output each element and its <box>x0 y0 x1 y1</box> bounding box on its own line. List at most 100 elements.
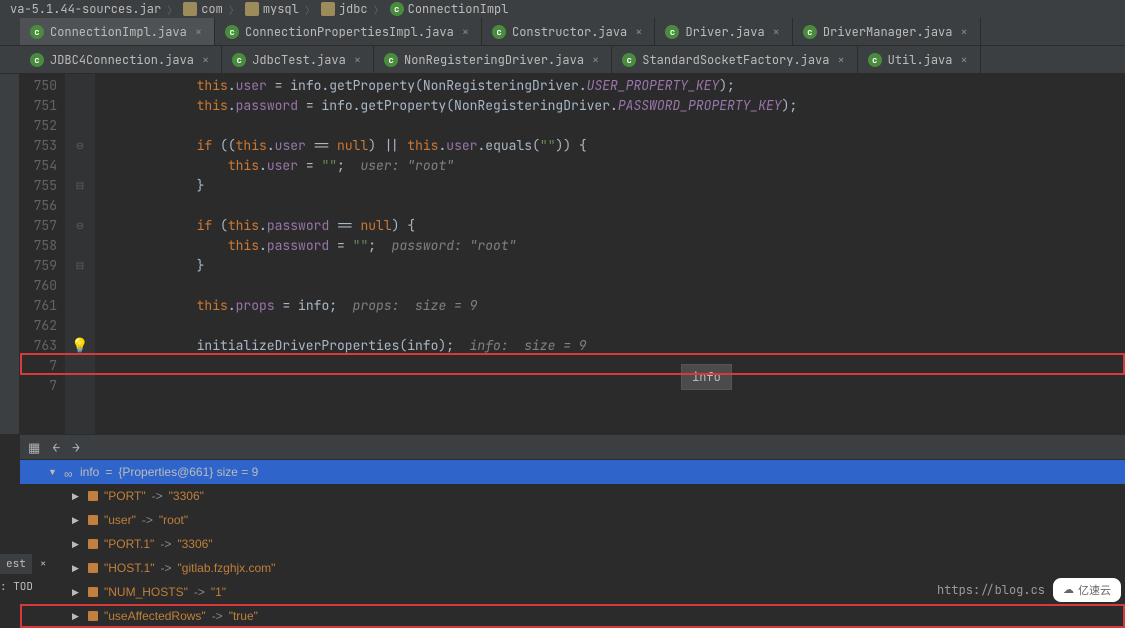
expand-icon[interactable]: ▶ <box>72 563 82 574</box>
line-number[interactable]: 753 <box>20 136 57 156</box>
code-line[interactable]: } <box>103 176 1125 196</box>
debug-variable-root[interactable]: ▼ ∞ info = {Properties@661} size = 9 <box>20 460 1125 484</box>
tool-tab[interactable]: est <box>0 554 32 574</box>
editor-tab[interactable]: ConnectionPropertiesImpl.java × <box>215 18 482 45</box>
tab-label: ConnectionPropertiesImpl.java <box>245 24 454 40</box>
breadcrumb-label: ConnectionImpl <box>408 1 509 17</box>
gutter-cell <box>65 236 95 256</box>
close-icon[interactable]: × <box>771 24 782 40</box>
close-icon[interactable]: × <box>38 557 49 571</box>
breadcrumb-item[interactable]: ConnectionImpl <box>384 1 515 17</box>
close-icon[interactable]: × <box>590 52 601 68</box>
expand-icon[interactable]: ▶ <box>72 587 82 598</box>
line-number[interactable]: 761 <box>20 296 57 316</box>
close-icon[interactable]: × <box>958 52 969 68</box>
line-number[interactable]: 762 <box>20 316 57 336</box>
collapse-icon[interactable]: ▼ <box>48 467 58 477</box>
entry-key: "NUM_HOSTS" <box>104 585 188 599</box>
debug-variable-entry[interactable]: ▶"PORT.1" -> "3306" <box>20 532 1125 556</box>
close-icon[interactable]: × <box>352 52 363 68</box>
debug-variable-entry[interactable]: ▶"user" -> "root" <box>20 508 1125 532</box>
entry-value: "true" <box>229 609 258 623</box>
code-line[interactable]: this.user = ""; user: "root" <box>103 156 1125 176</box>
breadcrumb-item[interactable]: jdbc <box>315 1 374 17</box>
editor-tab[interactable]: Driver.java× <box>655 18 792 45</box>
forward-icon[interactable]: → <box>72 439 80 456</box>
expand-icon[interactable]: ▶ <box>72 491 82 502</box>
line-number[interactable]: 763 <box>20 336 57 356</box>
line-number[interactable]: 7 <box>20 356 57 376</box>
code-line[interactable]: initializeDriverProperties(info); info: … <box>103 336 1125 356</box>
code-line[interactable]: if ((this.user == null) || this.user.equ… <box>103 136 1125 156</box>
watches-icon[interactable]: ▦ <box>28 439 40 456</box>
code-content[interactable]: info this.user = info.getProperty(NonReg… <box>95 74 1125 434</box>
todo-tab[interactable]: : TOD <box>0 580 33 594</box>
code-line[interactable]: this.props = info; props: size = 9 <box>103 296 1125 316</box>
code-line[interactable]: this.user = info.getProperty(NonRegister… <box>103 76 1125 96</box>
gutter-cell <box>65 316 95 336</box>
code-line[interactable] <box>103 356 1125 376</box>
line-number[interactable]: 757 <box>20 216 57 236</box>
watermark-url: https://blog.cs <box>937 582 1045 598</box>
breadcrumb-item[interactable]: va-5.1.44-sources.jar <box>4 1 167 17</box>
line-number[interactable]: 758 <box>20 236 57 256</box>
line-number[interactable]: 760 <box>20 276 57 296</box>
close-icon[interactable]: × <box>958 24 969 40</box>
expand-icon[interactable]: ▶ <box>72 515 82 526</box>
breadcrumb-item[interactable]: mysql <box>239 1 305 17</box>
code-line[interactable] <box>103 276 1125 296</box>
line-number[interactable]: 750 <box>20 76 57 96</box>
line-number[interactable]: 751 <box>20 96 57 116</box>
code-line[interactable]: if (this.password == null) { <box>103 216 1125 236</box>
editor-tabs-row2: JDBC4Connection.java×JdbcTest.java×NonRe… <box>0 46 1125 74</box>
watch-icon: ∞ <box>64 467 74 477</box>
back-icon[interactable]: ← <box>52 439 60 456</box>
code-line[interactable] <box>103 376 1125 396</box>
editor-tab[interactable]: DriverManager.java× <box>793 18 981 45</box>
chevron-right-icon: 〉 <box>167 2 177 17</box>
code-line[interactable] <box>103 196 1125 216</box>
class-icon <box>665 25 679 39</box>
editor-tab[interactable]: NonRegisteringDriver.java× <box>374 46 612 73</box>
code-editor[interactable]: 7507517527537547557567577587597607617627… <box>20 74 1125 434</box>
editor-tab[interactable]: Constructor.java× <box>482 18 655 45</box>
line-number[interactable]: 752 <box>20 116 57 136</box>
class-icon <box>225 25 239 39</box>
line-number[interactable]: 7 <box>20 376 57 396</box>
class-icon <box>390 2 404 16</box>
breadcrumb-item[interactable]: com <box>177 1 229 17</box>
editor-tab[interactable]: JDBC4Connection.java× <box>20 46 222 73</box>
line-number[interactable]: 755 <box>20 176 57 196</box>
editor-tab[interactable]: Util.java× <box>858 46 981 73</box>
close-icon[interactable]: × <box>460 24 471 40</box>
debug-variable-entry[interactable]: ▶"HOST.1" -> "gitlab.fzghjx.com" <box>20 556 1125 580</box>
editor-tab[interactable]: StandardSocketFactory.java× <box>612 46 857 73</box>
expand-icon[interactable]: ▶ <box>72 539 82 550</box>
breadcrumb-bar: va-5.1.44-sources.jar 〉 com 〉 mysql 〉 jd… <box>0 0 1125 18</box>
code-line[interactable]: this.password = info.getProperty(NonRegi… <box>103 96 1125 116</box>
class-icon <box>492 25 506 39</box>
fold-icon[interactable]: ⊖ <box>65 136 95 156</box>
line-number[interactable]: 756 <box>20 196 57 216</box>
code-line[interactable] <box>103 116 1125 136</box>
editor-tab[interactable]: JdbcTest.java× <box>222 46 374 73</box>
cloud-icon: ☁ <box>1063 583 1074 597</box>
close-icon[interactable]: × <box>633 24 644 40</box>
line-number[interactable]: 754 <box>20 156 57 176</box>
fold-icon[interactable]: ⊖ <box>65 216 95 236</box>
close-icon[interactable]: × <box>200 52 211 68</box>
debug-variable-entry[interactable]: ▶"PORT" -> "3306" <box>20 484 1125 508</box>
close-icon[interactable]: × <box>835 52 846 68</box>
fold-icon[interactable]: ⊟ <box>65 176 95 196</box>
expand-icon[interactable]: ▶ <box>72 611 82 622</box>
editor-tab[interactable]: ConnectionImpl.java× <box>20 18 215 45</box>
intention-bulb-icon[interactable]: 💡 <box>71 336 88 356</box>
close-icon[interactable]: × <box>193 24 204 40</box>
line-number[interactable]: 759 <box>20 256 57 276</box>
code-line[interactable] <box>103 316 1125 336</box>
code-line[interactable]: } <box>103 256 1125 276</box>
fold-icon[interactable]: ⊟ <box>65 256 95 276</box>
entry-value: "3306" <box>169 489 204 503</box>
code-line[interactable]: this.password = ""; password: "root" <box>103 236 1125 256</box>
class-icon <box>30 53 44 67</box>
